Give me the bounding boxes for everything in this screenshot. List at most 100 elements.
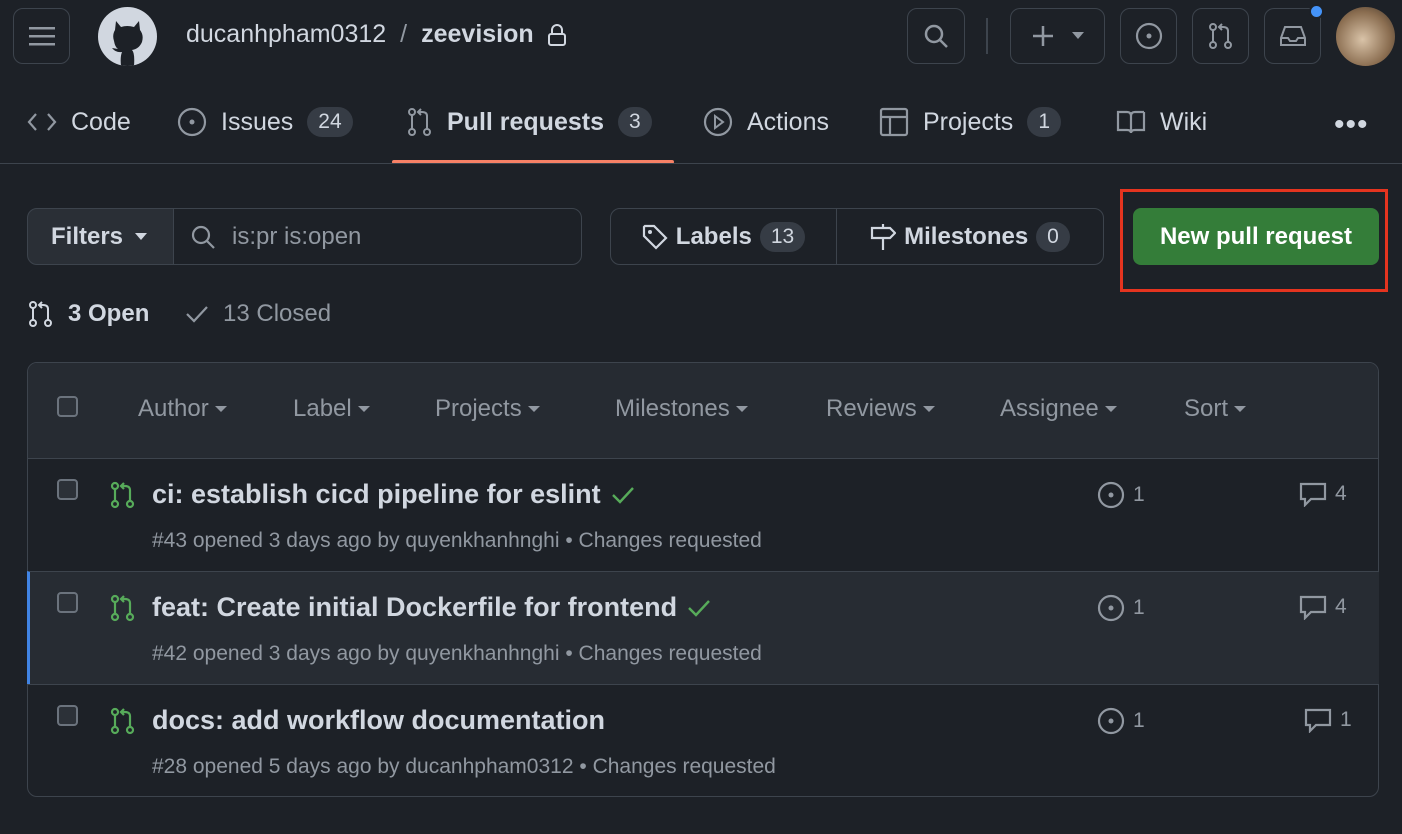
comments-link[interactable]: 4 xyxy=(1299,594,1347,620)
search-icon xyxy=(191,225,215,249)
issue-icon xyxy=(177,107,207,137)
milestones-label: Milestones xyxy=(904,222,1029,250)
tab-label: Projects xyxy=(923,107,1014,136)
pull-request-title[interactable]: ci: establish cicd pipeline for eslint xyxy=(152,479,601,510)
linked-issues[interactable]: 1 xyxy=(1097,481,1145,509)
meta-text: #42 opened 3 days ago by quyenkhanhnghi xyxy=(152,642,560,665)
pull-request-meta: #28 opened 5 days ago by ducanhpham0312 … xyxy=(152,755,776,778)
issues-button[interactable] xyxy=(1120,8,1177,64)
issue-icon xyxy=(1097,594,1125,622)
check-passed-icon[interactable] xyxy=(687,598,711,618)
label-filter[interactable]: Label xyxy=(293,395,370,423)
tab-label: Actions xyxy=(747,107,829,136)
octocat-icon xyxy=(112,21,143,66)
review-status[interactable]: Changes requested xyxy=(593,755,776,778)
search-icon xyxy=(924,24,948,48)
pull-request-title[interactable]: docs: add workflow documentation xyxy=(152,705,605,736)
more-tabs-icon[interactable]: ••• xyxy=(1334,108,1369,142)
search-value: is:pr is:open xyxy=(232,222,362,250)
avatar[interactable] xyxy=(1336,7,1395,66)
author-filter[interactable]: Author xyxy=(138,395,227,423)
issue-count: 1 xyxy=(1133,596,1145,619)
breadcrumb-separator: / xyxy=(400,20,408,48)
comment-count: 1 xyxy=(1340,708,1352,731)
pull-request-icon xyxy=(408,108,431,136)
comments-link[interactable]: 4 xyxy=(1299,481,1347,507)
create-new-button[interactable] xyxy=(1010,8,1105,64)
row-checkbox[interactable] xyxy=(57,592,78,613)
inbox-icon xyxy=(1279,26,1306,46)
search-button[interactable] xyxy=(907,8,965,64)
pull-requests-button[interactable] xyxy=(1192,8,1249,64)
filters-label: Filters xyxy=(51,222,124,250)
tab-actions[interactable]: Actions xyxy=(703,100,829,144)
tab-code[interactable]: Code xyxy=(27,100,131,144)
tab-count: 1 xyxy=(1027,107,1061,137)
check-passed-icon[interactable] xyxy=(611,485,635,505)
tab-issues[interactable]: Issues 24 xyxy=(177,100,353,144)
tag-icon xyxy=(642,224,668,250)
comment-icon xyxy=(1304,708,1332,733)
issue-icon xyxy=(1135,22,1162,50)
owner-link[interactable]: ducanhpham0312 xyxy=(186,20,386,49)
open-pull-request-icon xyxy=(110,481,135,509)
review-status[interactable]: Changes requested xyxy=(579,642,762,665)
plus-icon xyxy=(1032,26,1053,46)
code-icon xyxy=(27,113,57,131)
comment-icon xyxy=(1299,482,1327,507)
reviews-filter[interactable]: Reviews xyxy=(826,395,935,423)
repo-link[interactable]: zeevision xyxy=(421,20,534,49)
comment-count: 4 xyxy=(1335,595,1347,618)
pull-request-meta: #43 opened 3 days ago by quyenkhanhnghi … xyxy=(152,529,762,552)
meta-text: #28 opened 5 days ago by ducanhpham0312 xyxy=(152,755,574,778)
open-pull-request-icon xyxy=(110,707,135,735)
play-icon xyxy=(703,107,733,137)
tab-projects[interactable]: Projects 1 xyxy=(879,100,1061,144)
linked-issues[interactable]: 1 xyxy=(1097,707,1145,735)
comments-link[interactable]: 1 xyxy=(1304,707,1352,733)
table-icon xyxy=(879,107,909,137)
row-checkbox[interactable] xyxy=(57,479,78,500)
book-icon xyxy=(1116,110,1146,134)
pull-request-icon xyxy=(1208,23,1232,49)
new-pull-request-button[interactable]: New pull request xyxy=(1133,208,1379,265)
tab-count: 24 xyxy=(307,107,353,137)
pull-request-row[interactable]: feat: Create initial Dockerfile for fron… xyxy=(27,571,1379,684)
open-filter[interactable]: 3 Open xyxy=(28,300,149,328)
tab-label: Code xyxy=(71,107,131,136)
github-logo[interactable] xyxy=(98,7,157,66)
meta-text: #43 opened 3 days ago by quyenkhanhnghi xyxy=(152,529,560,552)
closed-count: 13 Closed xyxy=(223,300,332,327)
assignee-filter[interactable]: Assignee xyxy=(1000,395,1117,423)
review-status[interactable]: Changes requested xyxy=(579,529,762,552)
milestone-icon xyxy=(871,223,897,250)
linked-issues[interactable]: 1 xyxy=(1097,594,1145,622)
divider xyxy=(986,18,988,54)
open-count: 3 Open xyxy=(68,300,150,327)
comment-icon xyxy=(1299,595,1327,620)
labels-count: 13 xyxy=(759,221,806,252)
issue-icon xyxy=(1097,707,1125,735)
closed-filter[interactable]: 13 Closed xyxy=(185,300,331,328)
hamburger-icon xyxy=(28,27,55,46)
menu-button[interactable] xyxy=(13,8,70,64)
comment-count: 4 xyxy=(1335,482,1347,505)
search-input[interactable]: is:pr is:open xyxy=(173,208,582,265)
lock-icon xyxy=(547,23,566,46)
labels-label: Labels xyxy=(675,222,752,250)
milestones-filter[interactable]: Milestones xyxy=(615,395,748,423)
select-all-checkbox[interactable] xyxy=(57,396,78,417)
tab-wiki[interactable]: Wiki xyxy=(1116,100,1207,144)
sort-filter[interactable]: Sort xyxy=(1184,395,1246,423)
filters-button[interactable]: Filters xyxy=(27,208,174,265)
milestones-button[interactable]: Milestones 0 xyxy=(836,208,1104,265)
pull-request-row[interactable]: ci: establish cicd pipeline for eslint #… xyxy=(27,458,1379,571)
tab-pull-requests[interactable]: Pull requests 3 xyxy=(407,100,652,144)
labels-button[interactable]: Labels 13 xyxy=(610,208,837,265)
pull-request-row[interactable]: docs: add workflow documentation #28 ope… xyxy=(27,684,1379,797)
projects-filter[interactable]: Projects xyxy=(435,395,540,423)
row-checkbox[interactable] xyxy=(57,705,78,726)
pull-request-title[interactable]: feat: Create initial Dockerfile for fron… xyxy=(152,592,677,623)
pull-request-icon xyxy=(29,301,52,327)
tab-label: Wiki xyxy=(1160,107,1208,136)
